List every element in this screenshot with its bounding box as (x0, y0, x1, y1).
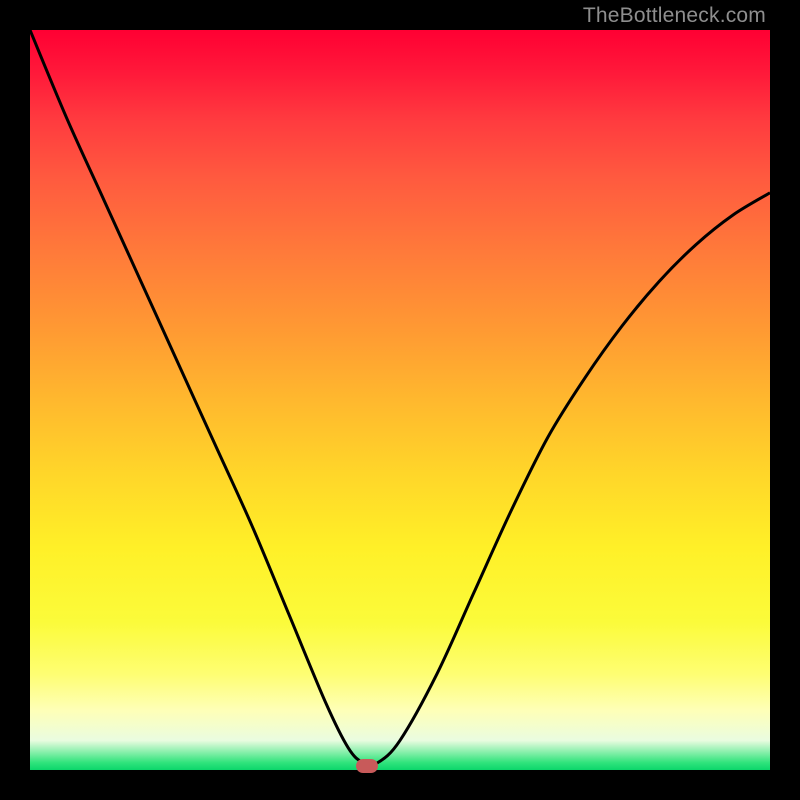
bottleneck-curve (30, 30, 770, 770)
optimum-marker (356, 759, 378, 773)
curve-line (30, 30, 770, 765)
watermark-text: TheBottleneck.com (583, 4, 766, 28)
chart-frame: TheBottleneck.com (0, 0, 800, 800)
